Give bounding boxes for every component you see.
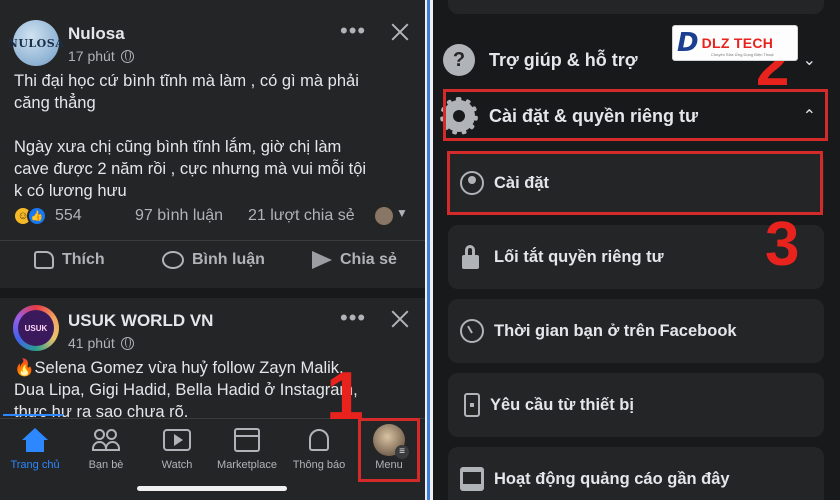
like-reaction-icon: 👍 — [27, 206, 47, 226]
chevron-down-icon: ⌄ — [802, 52, 816, 69]
tab-label: Watch — [161, 459, 193, 471]
post-text: Thi đại học cứ bình tĩnh mà làm , có gì … — [14, 70, 414, 202]
tab-label: Bạn bè — [88, 459, 124, 471]
tab-label: Thông báo — [292, 459, 346, 471]
highlight-settings-box — [447, 151, 823, 215]
post-separator — [0, 288, 425, 298]
watermark-logo: D DLZ TECH Chuyên Sửa Ứng Dụng Điện Thoạ… — [672, 25, 798, 61]
logo-mark: D — [677, 28, 699, 58]
viewer-avatar[interactable] — [375, 207, 393, 225]
panel-divider — [425, 0, 433, 500]
tab-label: Trang chủ — [10, 459, 60, 471]
comment-button[interactable]: Bình luận — [162, 251, 265, 269]
menu-panel: ? Trợ giúp & hỗ trợ ⌄ Cài đặt & quyền ri… — [433, 0, 840, 500]
post-time: 41 phút — [68, 335, 134, 351]
question-icon: ? — [443, 44, 475, 76]
post-text-line: căng thẳng — [14, 94, 96, 112]
tab-friends[interactable]: Bạn bè — [71, 425, 141, 481]
highlight-menu-box — [358, 418, 420, 482]
menu-item-label: Yêu cầu từ thiết bị — [490, 395, 634, 414]
menu-item-device-requests[interactable]: Yêu cầu từ thiết bị — [448, 373, 824, 437]
step-number-3: 3 — [765, 210, 800, 279]
tab-marketplace[interactable]: Marketplace — [212, 425, 282, 481]
step-number-1: 1 — [326, 358, 364, 434]
post-text-line — [14, 114, 414, 136]
post-time-text: 17 phút — [68, 48, 115, 64]
caret-down-icon[interactable]: ▼ — [396, 206, 408, 220]
tab-watch[interactable]: Watch — [142, 425, 212, 481]
active-tab-indicator — [3, 414, 63, 416]
phone-icon — [464, 393, 480, 417]
logo-slogan: Chuyên Sửa Ứng Dụng Điện Thoại — [711, 52, 774, 57]
share-button[interactable]: Chia sẻ — [312, 251, 397, 269]
close-icon[interactable] — [390, 22, 410, 42]
post-time: 17 phút — [68, 48, 134, 64]
menu-item-label: Lối tắt quyền riêng tư — [494, 247, 664, 266]
clock-icon — [460, 319, 484, 343]
comment-icon — [162, 251, 184, 269]
like-button[interactable]: Thích — [34, 251, 105, 269]
screenshot-root: NULOSA Nulosa 17 phút ••• Thi đại học cứ… — [0, 0, 840, 500]
previous-menu-card[interactable] — [448, 0, 824, 14]
post-time-text: 41 phút — [68, 335, 115, 351]
menu-item-label: Thời gian bạn ở trên Facebook — [494, 321, 737, 340]
share-icon — [312, 251, 332, 269]
logo-text: DLZ TECH — [701, 35, 774, 51]
post-text-line: cave được 2 năm rồi , cực nhưng mà vui m… — [14, 160, 367, 178]
avatar-label: NULOSA — [7, 36, 65, 50]
help-support-label: Trợ giúp & hỗ trợ — [489, 49, 638, 70]
post-actions: Thích Bình luận Chia sẻ — [0, 240, 425, 284]
news-feed: NULOSA Nulosa 17 phút ••• Thi đại học cứ… — [0, 0, 425, 500]
like-label: Thích — [62, 251, 105, 268]
globe-icon — [120, 49, 134, 63]
menu-item-recent-ad-activity[interactable]: Hoạt động quảng cáo gần đây — [448, 447, 824, 500]
globe-icon — [120, 336, 134, 350]
avatar-logo: USUK — [18, 310, 54, 346]
marketplace-icon — [234, 428, 260, 452]
friends-icon — [92, 429, 120, 451]
reaction-count[interactable]: 554 — [55, 207, 82, 225]
post-stats: ☺ 👍 554 97 bình luận 21 lượt chia sẻ ▼ — [13, 205, 413, 229]
more-options-button[interactable]: ••• — [340, 18, 366, 44]
reaction-icons[interactable]: ☺ 👍 — [13, 206, 47, 226]
ad-activity-icon — [460, 467, 484, 491]
close-icon[interactable] — [390, 309, 410, 329]
more-options-button[interactable]: ••• — [340, 305, 366, 331]
watch-icon — [163, 429, 191, 451]
author-name[interactable]: USUK WORLD VN — [68, 311, 213, 331]
post-text-line: Thi đại học cứ bình tĩnh mà làm , có gì … — [14, 72, 359, 90]
author-name[interactable]: Nulosa — [68, 24, 125, 44]
author-avatar[interactable]: USUK — [13, 305, 59, 351]
lock-icon — [460, 245, 484, 269]
comment-label: Bình luận — [192, 251, 265, 268]
feed-post: NULOSA Nulosa 17 phút ••• Thi đại học cứ… — [0, 0, 425, 288]
tab-home[interactable]: Trang chủ — [0, 425, 70, 481]
home-icon — [22, 428, 48, 452]
share-label: Chia sẻ — [340, 251, 397, 268]
tab-label: Marketplace — [217, 459, 277, 471]
comment-count[interactable]: 97 bình luận — [135, 207, 223, 225]
post-text-line: k có lương hưu — [14, 182, 127, 200]
menu-item-label: Hoạt động quảng cáo gần đây — [494, 469, 730, 488]
home-indicator — [137, 486, 287, 491]
menu-item-time-on-facebook[interactable]: Thời gian bạn ở trên Facebook — [448, 299, 824, 363]
thumbs-up-icon — [34, 251, 54, 269]
author-avatar[interactable]: NULOSA — [8, 20, 64, 66]
post-text-line: Ngày xưa chị cũng bình tĩnh lắm, giờ chị… — [14, 138, 342, 156]
share-count[interactable]: 21 lượt chia sẻ — [248, 207, 355, 225]
